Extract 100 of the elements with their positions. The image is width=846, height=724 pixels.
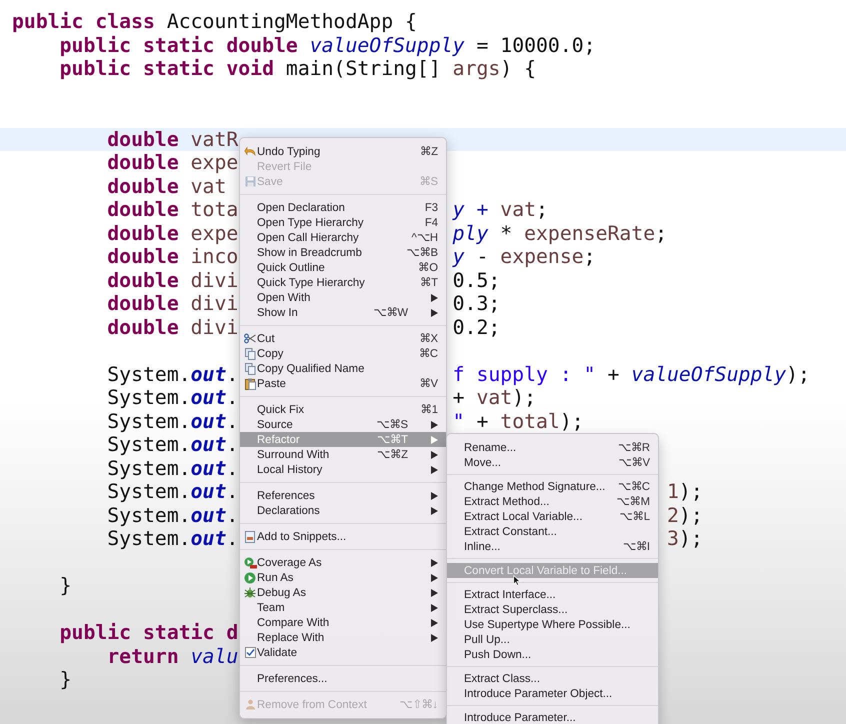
menu-item[interactable]: Pull Up... [447, 632, 658, 647]
code-text: double [106, 245, 180, 268]
menu-item[interactable]: Cut ⌘X [240, 331, 446, 346]
code-text: System. [106, 527, 191, 550]
code-text: main(String[] [286, 57, 442, 80]
menu-item[interactable]: Extract Class... [447, 671, 658, 686]
menu-item[interactable]: References [240, 488, 446, 503]
menu-item[interactable]: Preferences... [240, 671, 446, 686]
menu-item[interactable]: Use Supertype Where Possible... [447, 617, 658, 632]
menu-item[interactable]: Add to Snippets... [240, 529, 446, 544]
menu-item[interactable]: Quick Type Hierarchy ⌘T [240, 275, 446, 290]
menu-item[interactable]: Extract Method... ⌥⌘M [447, 494, 658, 509]
menu-item[interactable]: Show in Breadcrumb ⌥⌘B [240, 245, 446, 260]
code-text: ); [786, 362, 810, 386]
document-icon [244, 530, 256, 542]
menu-item[interactable]: Quick Fix ⌘1 [240, 402, 446, 417]
menu-item[interactable]: Move... ⌥⌘V [447, 455, 658, 470]
menu-item[interactable]: Debug As [240, 585, 446, 600]
code-text: double [106, 316, 180, 338]
checkbox[interactable] [244, 647, 256, 658]
menu-item[interactable]: Quick Outline ⌘O [240, 260, 446, 275]
menu-item[interactable]: Paste ⌘V [240, 376, 446, 391]
code-text: System. [106, 433, 191, 456]
menu-item[interactable]: Undo Typing ⌘Z [240, 144, 446, 159]
code-text: 0.2; [452, 316, 500, 338]
code-text: + [606, 362, 620, 386]
code-text: expe [190, 222, 238, 244]
code-text: tota [190, 198, 238, 221]
code-text: double [106, 292, 180, 315]
code-text: vat [190, 174, 226, 198]
code-text: ; [536, 198, 548, 221]
menu-item[interactable]: Extract Local Variable... ⌥⌘L [447, 509, 658, 524]
menu-item[interactable]: Team [240, 600, 446, 615]
code-text: . [226, 480, 238, 503]
code-text: out [190, 456, 226, 480]
menu-item[interactable]: Surround With ⌥⌘Z [240, 447, 446, 462]
code-text: expenseRate [524, 222, 656, 244]
menu-item[interactable]: Copy ⌘C [240, 346, 446, 361]
menu-item[interactable]: Local History [240, 462, 446, 477]
code-text: double [106, 128, 180, 150]
code-text: divi [190, 268, 238, 292]
menu-item[interactable]: Show In ⌥⌘W [240, 305, 446, 320]
bug-icon [244, 586, 256, 598]
menu-item[interactable]: Coverage As [240, 555, 446, 570]
code-text: ; [584, 245, 596, 268]
code-text: - [475, 245, 490, 268]
menu-item[interactable]: Compare With [240, 615, 446, 630]
code-text: divi [190, 292, 238, 315]
menu-item[interactable]: Inline... ⌥⌘I [447, 539, 658, 554]
menu-item[interactable]: Open Type Hierarchy F4 [240, 215, 446, 230]
menu-item[interactable]: Push Down... [447, 647, 658, 662]
menu-item[interactable]: Open Declaration F3 [240, 200, 446, 215]
menu-item[interactable]: Extract Interface... [447, 587, 658, 602]
code-text: + [475, 410, 490, 432]
code-text: System. [106, 456, 191, 480]
menu-item[interactable]: Open Call Hierarchy ^⌥H [240, 230, 446, 245]
code-text: ); [560, 410, 584, 432]
code-text: . [226, 456, 238, 480]
copy-pages-icon [244, 348, 256, 360]
menu-item[interactable]: Validate [240, 645, 446, 660]
code-text: out [190, 386, 226, 409]
code-text: out [190, 527, 226, 550]
code-text: out [190, 362, 226, 386]
code-text: 2 [667, 504, 679, 526]
code-text: y [452, 245, 465, 268]
menu-item[interactable]: Run As [240, 570, 446, 585]
code-text: ) { [500, 57, 536, 80]
code-text: } [58, 574, 72, 597]
menu-item[interactable]: Rename... ⌥⌘R [447, 440, 658, 455]
menu-item[interactable]: Change Method Signature... ⌥⌘C [447, 479, 658, 494]
code-text: ); [678, 527, 703, 550]
code-text: out [190, 504, 226, 526]
code-text: inco [190, 245, 238, 268]
mouse-cursor-icon [513, 575, 521, 586]
code-text: return [106, 644, 180, 668]
copy-pages-icon [244, 362, 256, 374]
menu-item[interactable]: Replace With [240, 630, 446, 645]
menu-item[interactable]: Declarations [240, 503, 446, 518]
code-text: } [58, 668, 72, 691]
code-text: public static d [58, 621, 238, 644]
menu-item[interactable]: Source ⌥⌘S [240, 417, 446, 432]
code-text: System. [106, 504, 191, 526]
code-text: double [106, 174, 180, 198]
code-text: . [226, 386, 238, 409]
code-text: System. [106, 410, 191, 432]
play-icon [244, 572, 256, 584]
scissors-icon [244, 333, 256, 344]
code-text: System. [106, 480, 191, 503]
code-text: expense [500, 245, 584, 268]
menu-item[interactable]: Copy Qualified Name [240, 361, 446, 376]
code-text: + [452, 386, 466, 409]
menu-item[interactable]: Introduce Parameter... [447, 710, 658, 724]
coverage-icon [244, 556, 256, 568]
code-text: 3 [667, 527, 679, 550]
code-text: valu [190, 644, 238, 668]
code-text: public static double [58, 34, 299, 56]
menu-item[interactable]: Extract Constant... [447, 524, 658, 539]
menu-item[interactable]: Introduce Parameter Object... [447, 686, 658, 701]
menu-item[interactable]: Open With [240, 290, 446, 305]
menu-item[interactable]: Extract Superclass... [447, 602, 658, 617]
